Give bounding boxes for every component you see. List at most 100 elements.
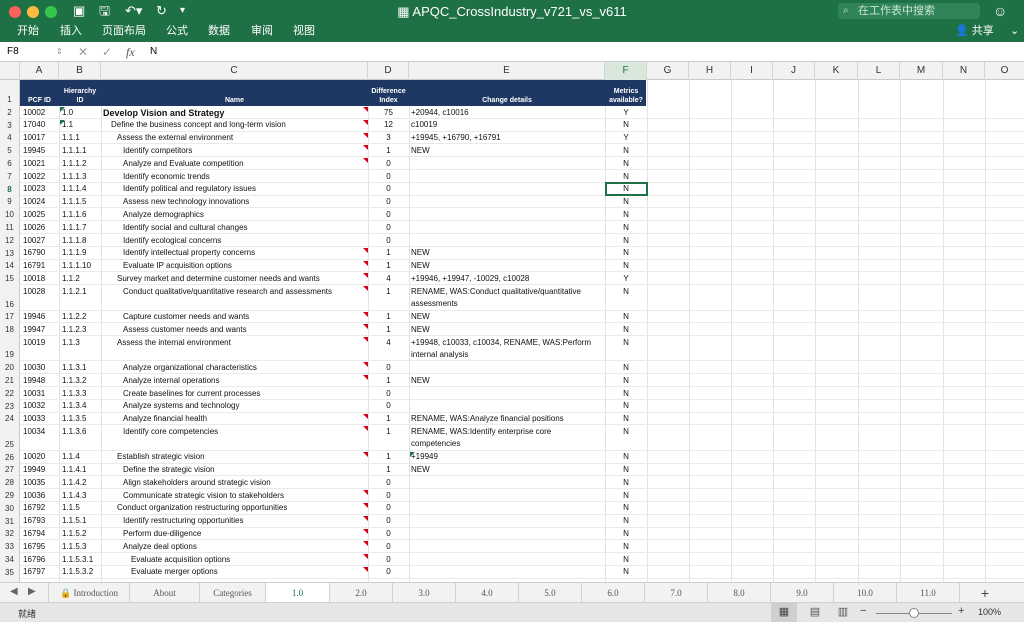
cell-hierarchy-id[interactable]: 1.1.1 [62, 133, 100, 143]
cell-hierarchy-id[interactable]: 1.1.1.3 [62, 172, 100, 182]
cell-name[interactable]: Evaluate IP acquisition options [123, 261, 383, 271]
sheet-tab-11-0[interactable]: 11.0 [897, 583, 960, 603]
cell-metrics-available[interactable]: N [605, 248, 647, 258]
cell-metrics-available[interactable]: N [605, 529, 647, 539]
cell-name[interactable]: Conduct organization restructuring oppor… [117, 503, 377, 513]
row-header[interactable]: 28 [0, 478, 19, 488]
comment-indicator-icon[interactable] [363, 286, 368, 292]
cell-hierarchy-id[interactable]: 1.1.5.3.2 [62, 567, 100, 577]
fx-icon[interactable]: fx [126, 44, 135, 60]
cell-change-details[interactable]: RENAME, WAS:Identify enterprise core [411, 427, 603, 437]
row-header[interactable]: 34 [0, 555, 19, 565]
row-header[interactable]: 35 [0, 568, 19, 578]
cell-metrics-available[interactable]: N [605, 376, 647, 386]
cell-hierarchy-id[interactable]: 1.1.5 [62, 503, 100, 513]
cell-metrics-available[interactable]: N [605, 401, 647, 411]
cell-name[interactable]: Conduct qualitative/quantitative researc… [123, 287, 383, 297]
cell-pcf-id[interactable]: 19946 [23, 312, 57, 322]
row-header[interactable]: 30 [0, 504, 19, 514]
menu-home[interactable]: 开始 [17, 24, 39, 38]
cell-pcf-id[interactable]: 10036 [23, 491, 57, 501]
cell-hierarchy-id[interactable]: 1.1.1.2 [62, 159, 100, 169]
row-header[interactable]: 5 [0, 146, 19, 156]
cell-change-details[interactable]: NEW [411, 376, 603, 386]
row-header[interactable]: 27 [0, 465, 19, 475]
comment-indicator-icon[interactable] [363, 119, 368, 125]
cell-name[interactable]: Assess new technology innovations [123, 197, 383, 207]
column-header-c[interactable]: C [101, 62, 368, 80]
cell-change-details[interactable]: NEW [411, 312, 603, 322]
cell-name[interactable]: Identify core competencies [123, 427, 383, 437]
cell-difference-index[interactable]: 12 [368, 120, 409, 130]
cell-difference-index[interactable]: 1 [368, 248, 409, 258]
cell-difference-index[interactable]: 0 [368, 184, 409, 194]
cell-metrics-available[interactable]: N [605, 452, 647, 462]
cell-name[interactable]: Evaluate acquisition options [131, 555, 391, 565]
cell-pcf-id[interactable]: 16797 [23, 567, 57, 577]
cell-hierarchy-id[interactable]: 1.1.1.6 [62, 210, 100, 220]
cell-difference-index[interactable]: 1 [368, 414, 409, 424]
cell-difference-index[interactable]: 1 [368, 452, 409, 462]
search-sheet-input[interactable]: ⌕ 在工作表中搜索 [838, 3, 980, 19]
cell-difference-index[interactable]: 0 [368, 555, 409, 565]
cell-hierarchy-id[interactable]: 1.1.1.10 [62, 261, 100, 271]
cell-hierarchy-id[interactable]: 1.1.2 [62, 274, 100, 284]
comment-indicator-icon[interactable] [363, 260, 368, 266]
cell-metrics-available[interactable]: N [605, 325, 647, 335]
comment-indicator-icon[interactable] [363, 247, 368, 253]
cell-difference-index[interactable]: 1 [368, 427, 409, 437]
cell-pcf-id[interactable]: 19948 [23, 376, 57, 386]
cell-name[interactable]: Communicate strategic vision to stakehol… [123, 491, 383, 501]
sheet-tab-introduction[interactable]: 🔒 Introduction [48, 583, 130, 603]
row-header[interactable]: 15 [0, 274, 19, 284]
comment-indicator-icon[interactable] [363, 337, 368, 343]
cell-change-details[interactable]: NEW [411, 261, 603, 271]
cell-difference-index[interactable]: 0 [368, 197, 409, 207]
row-header[interactable]: 6 [0, 159, 19, 169]
row-header[interactable]: 31 [0, 517, 19, 527]
comment-indicator-icon[interactable] [363, 413, 368, 419]
cell-hierarchy-id[interactable]: 1.0 [62, 108, 100, 118]
cell-hierarchy-id[interactable]: 1.1.3.6 [62, 427, 100, 437]
cell-difference-index[interactable]: 1 [368, 376, 409, 386]
cell-pcf-id[interactable]: 10024 [23, 197, 57, 207]
cell-metrics-available[interactable]: N [605, 197, 647, 207]
cell-pcf-id[interactable]: 10021 [23, 159, 57, 169]
cell-name[interactable]: Assess the external environment [117, 133, 377, 143]
comment-indicator-icon[interactable] [363, 311, 368, 317]
row-header[interactable]: 11 [0, 223, 19, 233]
sheet-tab-1-0[interactable]: 1.0 [266, 583, 330, 603]
cell-hierarchy-id[interactable]: 1.1.1.1 [62, 146, 100, 156]
cell-hierarchy-id[interactable]: 1.1.4.2 [62, 478, 100, 488]
cell-difference-index[interactable]: 0 [368, 567, 409, 577]
cell-hierarchy-id[interactable]: 1.1.5.3 [62, 542, 100, 552]
zoom-in-icon[interactable]: + [958, 605, 964, 617]
column-header-h[interactable]: H [689, 62, 731, 80]
cell-metrics-available[interactable]: N [605, 389, 647, 399]
cell-change-details[interactable]: c10019 [411, 120, 603, 130]
add-sheet-button[interactable]: + [966, 583, 1004, 603]
cell-difference-index[interactable]: 0 [368, 172, 409, 182]
row-header[interactable]: 4 [0, 133, 19, 143]
cell-difference-index[interactable]: 0 [368, 401, 409, 411]
menu-view[interactable]: 视图 [293, 24, 315, 38]
cell-name[interactable]: Analyze organizational characteristics [123, 363, 383, 373]
comment-indicator-icon[interactable] [363, 502, 368, 508]
sheet-tab-4-0[interactable]: 4.0 [456, 583, 519, 603]
cell-name[interactable]: Define the business concept and long-ter… [111, 120, 371, 130]
cell-pcf-id[interactable]: 10017 [23, 133, 57, 143]
cell-pcf-id[interactable]: 10030 [23, 363, 57, 373]
cell-change-details[interactable]: RENAME, WAS:Analyze financial positions [411, 414, 603, 424]
cell-difference-index[interactable]: 0 [368, 542, 409, 552]
cell-metrics-available[interactable]: Y [605, 133, 647, 143]
cell-hierarchy-id[interactable]: 1.1.4.1 [62, 465, 100, 475]
cell-change-details[interactable]: NEW [411, 465, 603, 475]
cell-pcf-id[interactable]: 10032 [23, 401, 57, 411]
cell-hierarchy-id[interactable]: 1.1.1.9 [62, 248, 100, 258]
cell-pcf-id[interactable]: 17040 [23, 120, 57, 130]
row-header[interactable]: 10 [0, 210, 19, 220]
cell-difference-index[interactable]: 0 [368, 223, 409, 233]
comment-indicator-icon[interactable] [363, 324, 368, 330]
column-header-i[interactable]: I [731, 62, 773, 80]
row-header[interactable]: 33 [0, 542, 19, 552]
